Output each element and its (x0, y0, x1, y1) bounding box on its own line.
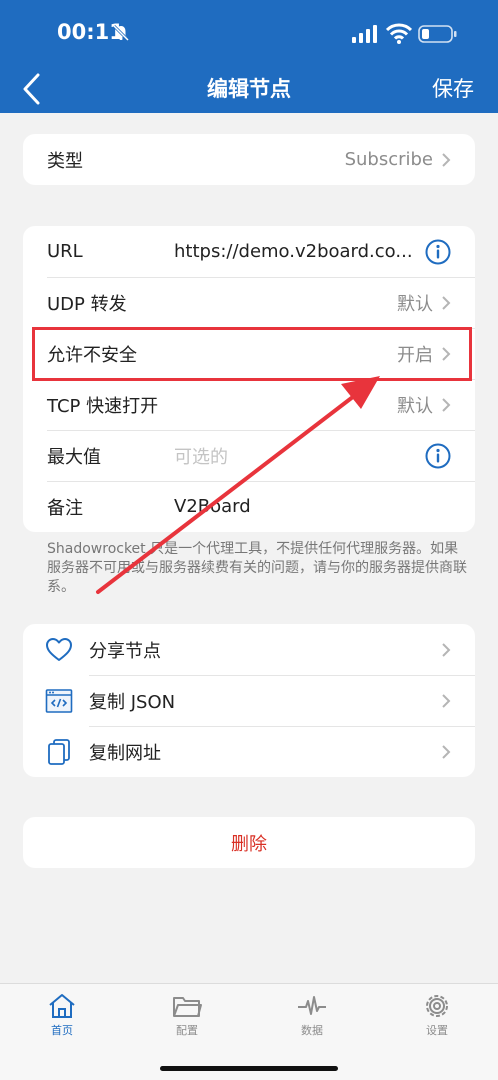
copy-url-row[interactable]: 复制网址 (23, 726, 475, 777)
copy-json-row[interactable]: 复制 JSON (23, 675, 475, 726)
tcp-fast-open-label: TCP 快速打开 (47, 395, 159, 417)
page-title: 编辑节点 (207, 77, 291, 101)
tab-data[interactable]: 数据 (272, 992, 352, 1038)
tab-config[interactable]: 配置 (147, 992, 227, 1038)
pulse-icon (298, 996, 326, 1015)
tab-settings[interactable]: 设置 (397, 992, 477, 1038)
udp-forward-label: UDP 转发 (47, 293, 127, 315)
type-value: Subscribe (344, 149, 433, 170)
remark-label: 备注 (47, 497, 83, 519)
chevron-right-icon (442, 152, 451, 167)
chevron-right-icon (442, 744, 451, 759)
battery-icon (418, 25, 457, 43)
copy-icon (48, 738, 70, 765)
chevron-right-icon (442, 295, 451, 310)
tab-home-label: 首页 (51, 1024, 73, 1037)
max-value-label: 最大值 (47, 446, 101, 468)
max-value-row[interactable]: 最大值 可选的 (23, 430, 475, 481)
url-label: URL (47, 241, 83, 262)
max-value-input[interactable]: 可选的 (174, 443, 415, 469)
delete-button[interactable]: 删除 (23, 817, 475, 868)
remark-input[interactable]: V2Board (174, 496, 451, 517)
top-bar: 00:11 编辑节点 保存 (0, 0, 498, 113)
code-window-icon (45, 688, 73, 713)
home-indicator (160, 1066, 338, 1071)
folder-icon (173, 997, 202, 1017)
type-card: 类型 Subscribe (23, 134, 475, 185)
url-row[interactable]: URL https://demo.v2board.co... (23, 226, 475, 277)
tab-data-label: 数据 (301, 1024, 323, 1037)
save-button[interactable]: 保存 (432, 73, 474, 103)
url-value[interactable]: https://demo.v2board.co... (174, 241, 415, 262)
tab-home[interactable]: 首页 (22, 992, 102, 1038)
info-icon[interactable] (425, 239, 451, 265)
copy-json-label: 复制 JSON (89, 691, 176, 713)
type-row[interactable]: 类型 Subscribe (23, 134, 475, 185)
tab-config-label: 配置 (176, 1024, 198, 1037)
heart-icon (46, 637, 72, 661)
udp-forward-row[interactable]: UDP 转发 默认 (23, 277, 475, 328)
tcp-fast-open-row[interactable]: TCP 快速打开 默认 (23, 379, 475, 430)
info-icon[interactable] (425, 443, 451, 469)
home-icon (49, 994, 75, 1018)
remark-row[interactable]: 备注 V2Board (23, 481, 475, 532)
copy-url-label: 复制网址 (89, 742, 161, 764)
cellular-signal-icon (352, 25, 377, 43)
chevron-right-icon (442, 642, 451, 657)
disclaimer-text: Shadowrocket 只是一个代理工具，不提供任何代理服务器。如果服务器不可… (47, 541, 467, 595)
share-node-label: 分享节点 (89, 640, 161, 662)
wifi-icon (386, 23, 412, 44)
chevron-right-icon (442, 693, 451, 708)
actions-card: 分享节点 复制 JSON 复制网址 (23, 624, 475, 777)
bell-muted-icon (112, 24, 130, 42)
share-node-row[interactable]: 分享节点 (23, 624, 475, 675)
udp-forward-value: 默认 (397, 293, 433, 315)
tab-settings-label: 设置 (426, 1024, 448, 1037)
annotation-highlight-box (32, 327, 472, 381)
tcp-fast-open-value: 默认 (397, 395, 433, 417)
gear-icon (426, 995, 448, 1017)
chevron-right-icon (442, 397, 451, 412)
type-label: 类型 (47, 150, 83, 172)
